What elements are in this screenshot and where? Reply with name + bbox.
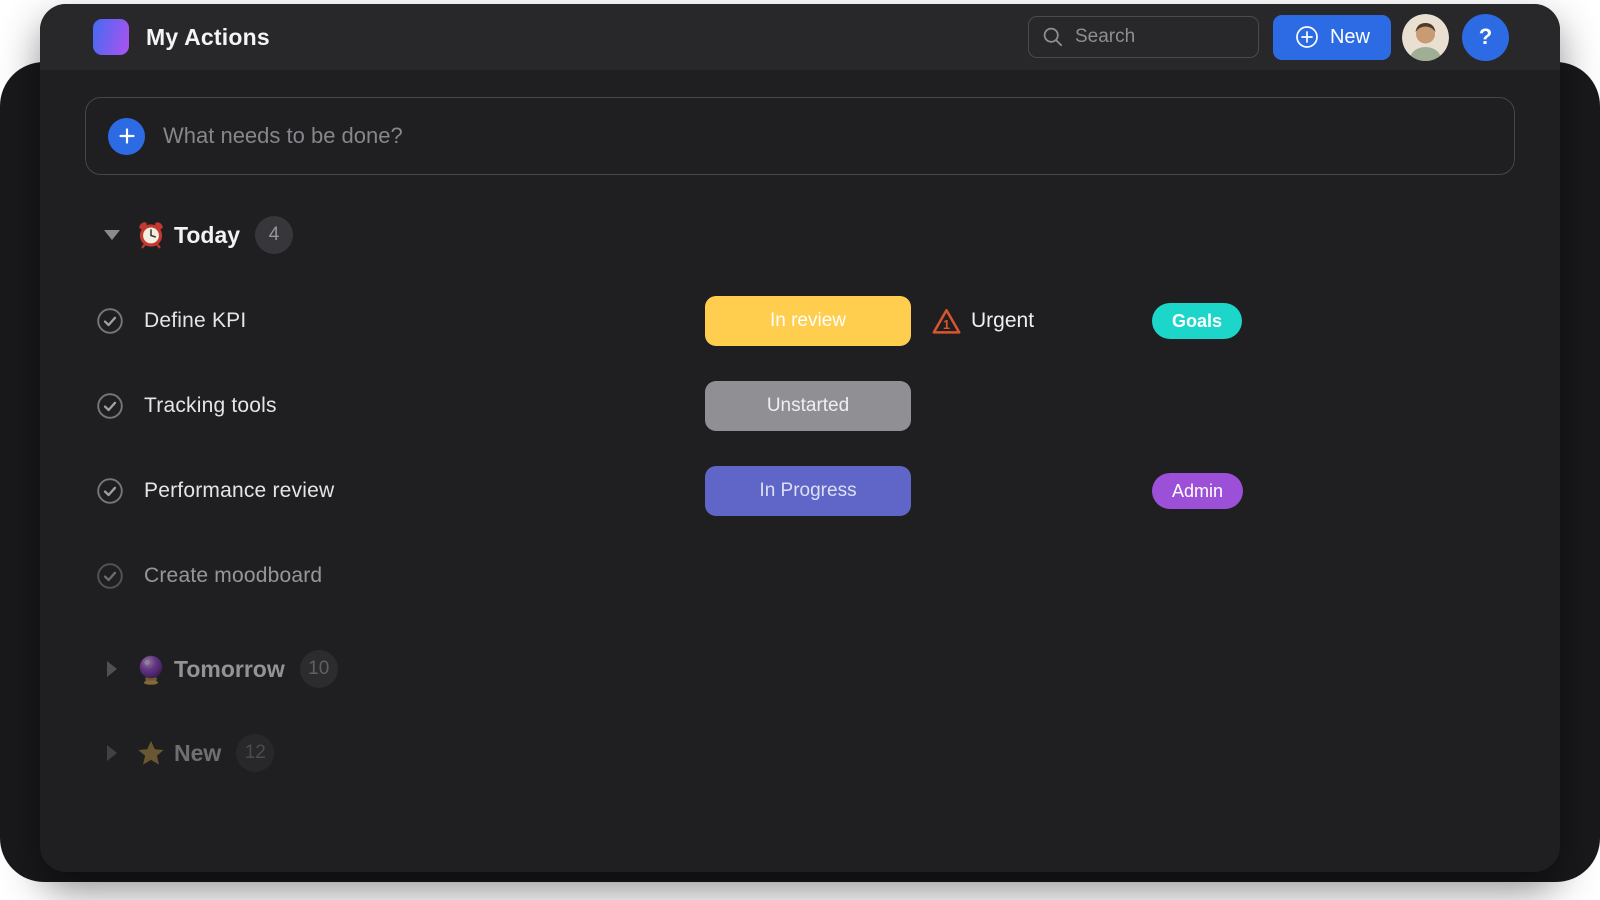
- check-circle[interactable]: [97, 563, 123, 589]
- search-icon: [1042, 26, 1064, 48]
- count-badge: 12: [236, 734, 274, 772]
- alarm-clock-icon: [137, 220, 165, 250]
- new-button-label: New: [1330, 26, 1370, 49]
- task-row: Performance review In Progress Admin: [85, 466, 1515, 516]
- warning-triangle-icon: 1: [931, 307, 962, 336]
- status-badge[interactable]: Unstarted: [705, 381, 911, 431]
- section-today[interactable]: Today 4: [85, 207, 1515, 263]
- task-title: Create moodboard: [144, 564, 322, 588]
- section-new[interactable]: New 12: [85, 725, 1515, 781]
- app-window: My Actions Search New: [40, 4, 1560, 872]
- status-badge[interactable]: In review: [705, 296, 911, 346]
- new-button[interactable]: New: [1273, 15, 1391, 60]
- urgent-flag[interactable]: 1 Urgent: [931, 296, 1034, 346]
- crystal-ball-icon: [137, 654, 165, 684]
- section-title: Tomorrow: [174, 656, 285, 683]
- tag-badge[interactable]: Admin: [1152, 473, 1243, 509]
- user-avatar[interactable]: [1402, 14, 1449, 61]
- avatar-image: [1402, 14, 1449, 61]
- plus-circle-icon: [1294, 24, 1320, 50]
- chevron-right-icon[interactable]: [105, 745, 119, 761]
- count-badge: 10: [300, 650, 338, 688]
- task-row: Define KPI In review 1 Urgent Goals: [85, 296, 1515, 346]
- composer-placeholder: What needs to be done?: [163, 123, 403, 149]
- task-title: Performance review: [144, 479, 334, 503]
- chevron-right-icon[interactable]: [105, 661, 119, 677]
- task-row: Create moodboard: [85, 551, 1515, 601]
- count-badge: 4: [255, 216, 293, 254]
- section-title: New: [174, 740, 221, 767]
- tag-badge[interactable]: Goals: [1152, 303, 1242, 339]
- status-badge[interactable]: In Progress: [705, 466, 911, 516]
- star-icon: [137, 738, 165, 768]
- task-title: Tracking tools: [144, 394, 277, 418]
- search-placeholder: Search: [1075, 26, 1135, 48]
- flag-label: Urgent: [971, 309, 1034, 333]
- task-title: Define KPI: [144, 309, 246, 333]
- top-bar: My Actions Search New: [40, 4, 1560, 70]
- help-button-label: ?: [1479, 24, 1492, 50]
- help-button[interactable]: ?: [1462, 14, 1509, 61]
- app-logo: [93, 19, 129, 55]
- add-task-icon: [108, 118, 145, 155]
- section-tomorrow[interactable]: Tomorrow 10: [85, 641, 1515, 697]
- chevron-down-icon[interactable]: [105, 230, 119, 240]
- task-row: Tracking tools Unstarted: [85, 381, 1515, 431]
- check-circle[interactable]: [97, 478, 123, 504]
- search-input[interactable]: Search: [1028, 16, 1259, 58]
- svg-text:1: 1: [943, 318, 950, 332]
- check-circle[interactable]: [97, 308, 123, 334]
- new-task-input[interactable]: What needs to be done?: [85, 97, 1515, 175]
- task-list-panel: What needs to be done? Today 4: [40, 70, 1560, 781]
- check-circle[interactable]: [97, 393, 123, 419]
- section-title: Today: [174, 222, 240, 249]
- page-title: My Actions: [146, 24, 1028, 51]
